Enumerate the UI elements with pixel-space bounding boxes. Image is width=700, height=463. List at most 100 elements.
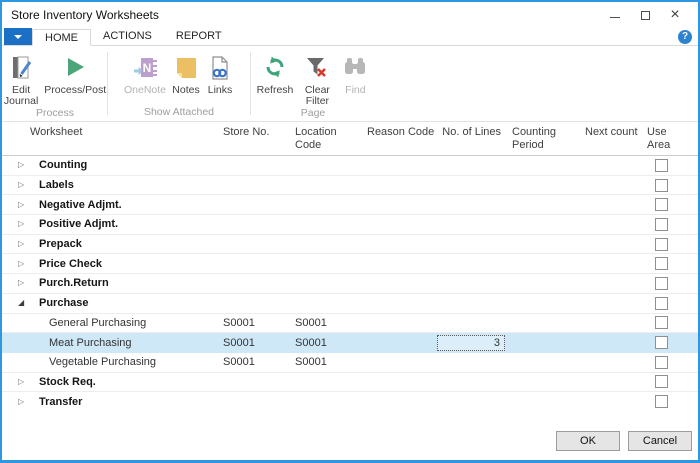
expand-icon[interactable]: ▷ — [18, 201, 30, 209]
focused-cell[interactable]: 3 — [437, 335, 505, 351]
expand-icon[interactable]: ▷ — [18, 181, 30, 189]
cell-use-area — [645, 277, 696, 290]
use-area-checkbox[interactable] — [655, 257, 668, 270]
tab-actions[interactable]: ACTIONS — [91, 28, 164, 45]
ribbon-button-label: Find — [345, 85, 365, 96]
minimize-button[interactable] — [600, 2, 630, 28]
cell-worksheet[interactable]: ▷Transfer — [2, 396, 223, 408]
worksheet-name: Price Check — [39, 258, 102, 270]
table-row[interactable]: ▷ Price Check — [2, 254, 698, 274]
expand-icon[interactable]: ▷ — [18, 398, 30, 406]
cell-worksheet[interactable]: ▷ Positive Adjmt. — [2, 218, 223, 230]
system-menu-button[interactable] — [4, 28, 32, 45]
use-area-checkbox[interactable] — [655, 356, 668, 369]
cell-use-area — [645, 257, 696, 270]
cell-no-of-lines[interactable]: 3 — [436, 335, 506, 351]
tab-report[interactable]: REPORT — [164, 28, 234, 45]
table-row[interactable]: ▷Meat PurchasingS0001S00013 — [2, 333, 698, 353]
refresh-button[interactable]: Refresh — [254, 52, 297, 96]
expand-icon[interactable]: ▷ — [18, 279, 30, 287]
notes-button[interactable]: Notes — [169, 52, 203, 96]
worksheet-name: Negative Adjmt. — [39, 199, 122, 211]
store-inventory-worksheets-window: Store Inventory Worksheets × HOME ACTION… — [0, 0, 700, 463]
cell-location-code[interactable]: S0001 — [295, 317, 367, 329]
table-row[interactable]: ▷ Positive Adjmt. — [2, 215, 698, 235]
table-row[interactable]: ▷Prepack — [2, 235, 698, 255]
use-area-checkbox[interactable] — [655, 297, 668, 310]
use-area-checkbox[interactable] — [655, 336, 668, 349]
cell-worksheet[interactable]: ◢Purchase — [2, 297, 223, 309]
tab-home[interactable]: HOME — [32, 29, 91, 46]
table-row[interactable]: ▷Vegetable PurchasingS0001S0001 — [2, 353, 698, 373]
cell-worksheet[interactable]: ▷Counting — [2, 159, 223, 171]
cell-use-area — [645, 238, 696, 251]
expand-icon[interactable]: ▷ — [18, 378, 30, 386]
column-header-label: Next count — [585, 126, 638, 139]
maximize-button[interactable] — [630, 2, 660, 28]
worksheet-name: Positive Adjmt. — [39, 218, 118, 230]
use-area-checkbox[interactable] — [655, 238, 668, 251]
cell-worksheet[interactable]: ▷Stock Req. — [2, 376, 223, 388]
cell-worksheet[interactable]: ▷Prepack — [2, 238, 223, 250]
use-area-checkbox[interactable] — [655, 375, 668, 388]
cell-use-area — [645, 395, 696, 408]
table-row[interactable]: ▷General PurchasingS0001S0001 — [2, 314, 698, 334]
cell-worksheet[interactable]: ▷Labels — [2, 179, 223, 191]
ok-button[interactable]: OK — [556, 431, 620, 451]
cell-worksheet[interactable]: ▷Vegetable Purchasing — [2, 356, 223, 368]
column-header-label: Reason Code — [367, 126, 434, 139]
cell-worksheet[interactable]: ▷Meat Purchasing — [2, 337, 223, 349]
table-row[interactable]: ▷ Negative Adjmt. — [2, 195, 698, 215]
links-button[interactable]: Links — [203, 52, 237, 96]
use-area-checkbox[interactable] — [655, 316, 668, 329]
cell-worksheet[interactable]: ▷ Price Check — [2, 258, 223, 270]
column-header-store-no[interactable]: Store No. — [223, 126, 295, 155]
use-area-checkbox[interactable] — [655, 395, 668, 408]
use-area-checkbox[interactable] — [655, 159, 668, 172]
table-row[interactable]: ▷Labels — [2, 176, 698, 196]
use-area-checkbox[interactable] — [655, 277, 668, 290]
cancel-button[interactable]: Cancel — [628, 431, 692, 451]
cell-worksheet[interactable]: ▷Purch.Return — [2, 277, 223, 289]
table-row[interactable]: ▷Purch.Return — [2, 274, 698, 294]
process-post-icon — [61, 52, 89, 83]
table-row[interactable]: ▷Transfer — [2, 392, 698, 412]
clear-filter-button[interactable]: Clear Filter — [296, 52, 338, 107]
column-header-worksheet[interactable]: Worksheet — [2, 126, 223, 155]
cell-use-area — [645, 356, 696, 369]
find-button[interactable]: Find — [338, 52, 372, 96]
table-row[interactable]: ▷Stock Req. — [2, 373, 698, 393]
table-row[interactable]: ◢Purchase — [2, 294, 698, 314]
expand-icon[interactable]: ▷ — [18, 161, 30, 169]
column-header-use-area[interactable]: Use Area — [645, 126, 696, 155]
cell-worksheet[interactable]: ▷ Negative Adjmt. — [2, 199, 223, 211]
help-icon[interactable]: ? — [678, 30, 692, 44]
column-header-reason-code[interactable]: Reason Code — [367, 126, 436, 155]
column-header-counting-period[interactable]: Counting Period — [506, 126, 580, 155]
expand-icon[interactable]: ▷ — [18, 220, 30, 228]
use-area-checkbox[interactable] — [655, 218, 668, 231]
cell-worksheet[interactable]: ▷General Purchasing — [2, 317, 223, 329]
cell-store-no[interactable]: S0001 — [223, 356, 295, 368]
ribbon-group-page: Refresh Clear Filter — [252, 46, 374, 121]
edit-journal-button[interactable]: Edit Journal — [1, 52, 41, 107]
onenote-button[interactable]: N OneNote — [121, 52, 169, 96]
close-button[interactable]: × — [660, 2, 690, 28]
cell-location-code[interactable]: S0001 — [295, 337, 367, 349]
collapse-icon[interactable]: ◢ — [18, 299, 30, 307]
cell-use-area — [645, 316, 696, 329]
cell-location-code[interactable]: S0001 — [295, 356, 367, 368]
expand-icon[interactable]: ▷ — [18, 240, 30, 248]
table-row[interactable]: ▷Counting — [2, 156, 698, 176]
expand-icon[interactable]: ▷ — [18, 260, 30, 268]
column-header-location-code[interactable]: Location Code — [295, 126, 367, 155]
cell-store-no[interactable]: S0001 — [223, 317, 295, 329]
column-header-no-of-lines[interactable]: No. of Lines — [436, 126, 506, 155]
use-area-checkbox[interactable] — [655, 179, 668, 192]
maximize-icon — [641, 11, 650, 20]
column-header-next-count[interactable]: Next count — [580, 126, 645, 155]
cell-store-no[interactable]: S0001 — [223, 337, 295, 349]
dialog-footer: OK Cancel — [2, 411, 698, 460]
process-post-button[interactable]: Process/Post — [41, 52, 109, 96]
use-area-checkbox[interactable] — [655, 198, 668, 211]
